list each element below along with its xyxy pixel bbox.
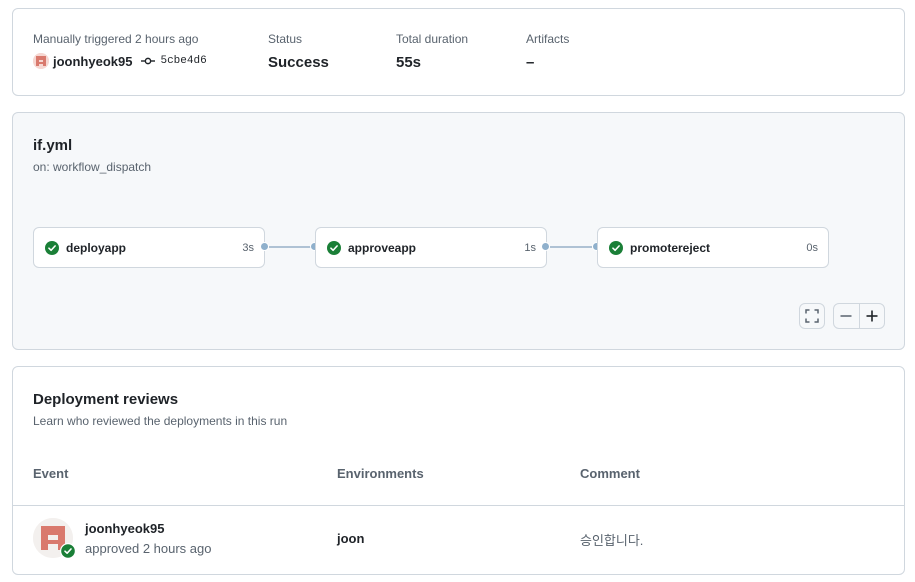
column-header-event: Event [33, 466, 69, 481]
workflow-file-title[interactable]: if.yml [33, 137, 72, 154]
column-header-comment: Comment [580, 466, 640, 481]
job-name: approveapp [348, 240, 417, 255]
approved-check-icon [60, 543, 76, 559]
check-circle-icon [45, 240, 59, 255]
zoom-out-button[interactable] [834, 304, 859, 328]
artifacts-column: Artifacts – [526, 32, 569, 71]
job-duration: 3s [242, 241, 254, 254]
connector-dot [260, 242, 269, 251]
status-value: Success [268, 54, 329, 71]
zoom-in-button[interactable] [859, 304, 884, 328]
git-commit-icon [141, 57, 156, 65]
trigger-column: Manually triggered 2 hours ago joonhyeok… [33, 32, 207, 69]
job-node-promotereject[interactable]: promotereject 0s [597, 227, 829, 268]
job-connector [269, 246, 311, 248]
job-name: promotereject [630, 240, 711, 255]
duration-label: Total duration [396, 32, 469, 46]
job-duration: 1s [524, 241, 536, 254]
check-circle-icon [609, 240, 623, 255]
fullscreen-icon [805, 309, 819, 323]
zoom-controls [833, 303, 885, 329]
reviews-title: Deployment reviews [33, 391, 179, 408]
duration-column: Total duration 55s [396, 32, 468, 71]
commit-sha-link[interactable]: 5cbe4d6 [160, 55, 206, 67]
check-circle-icon [327, 240, 341, 255]
job-name: deployapp [66, 240, 127, 255]
duration-value: 55s [396, 54, 422, 71]
job-node-deployapp[interactable]: deployapp 3s [33, 227, 265, 268]
actor-avatar[interactable] [33, 53, 49, 69]
trigger-label: Manually triggered 2 hours ago [33, 32, 199, 46]
reviews-subtitle: Learn who reviewed the deployments in th… [33, 414, 288, 428]
connector-dot [541, 242, 550, 251]
deployment-reviews-card: Deployment reviews Learn who reviewed th… [12, 366, 905, 575]
workflow-graph-card: if.yml on: workflow_dispatch deployapp 3… [12, 112, 905, 350]
reviewer-name-link[interactable]: joonhyeok95 [85, 521, 164, 536]
artifacts-label: Artifacts [526, 32, 570, 46]
status-label: Status [268, 32, 303, 46]
zoom-in-icon [866, 310, 878, 322]
review-comment: 승인합니다. [580, 533, 644, 548]
run-summary-card: Manually triggered 2 hours ago joonhyeok… [12, 8, 905, 96]
fullscreen-button[interactable] [799, 303, 825, 329]
workflow-trigger: on: workflow_dispatch [33, 160, 152, 174]
zoom-out-icon [840, 315, 852, 317]
artifacts-value: – [526, 54, 535, 71]
actor-name-link[interactable]: joonhyeok95 [53, 54, 132, 69]
job-duration: 0s [806, 241, 818, 254]
review-environment: joon [337, 531, 365, 546]
review-event: approved 2 hours ago [85, 541, 212, 556]
job-connector [550, 246, 592, 248]
column-header-environments: Environments [337, 466, 424, 481]
job-node-approveapp[interactable]: approveapp 1s [315, 227, 547, 268]
status-column: Status Success [268, 32, 329, 71]
table-divider [13, 505, 904, 506]
